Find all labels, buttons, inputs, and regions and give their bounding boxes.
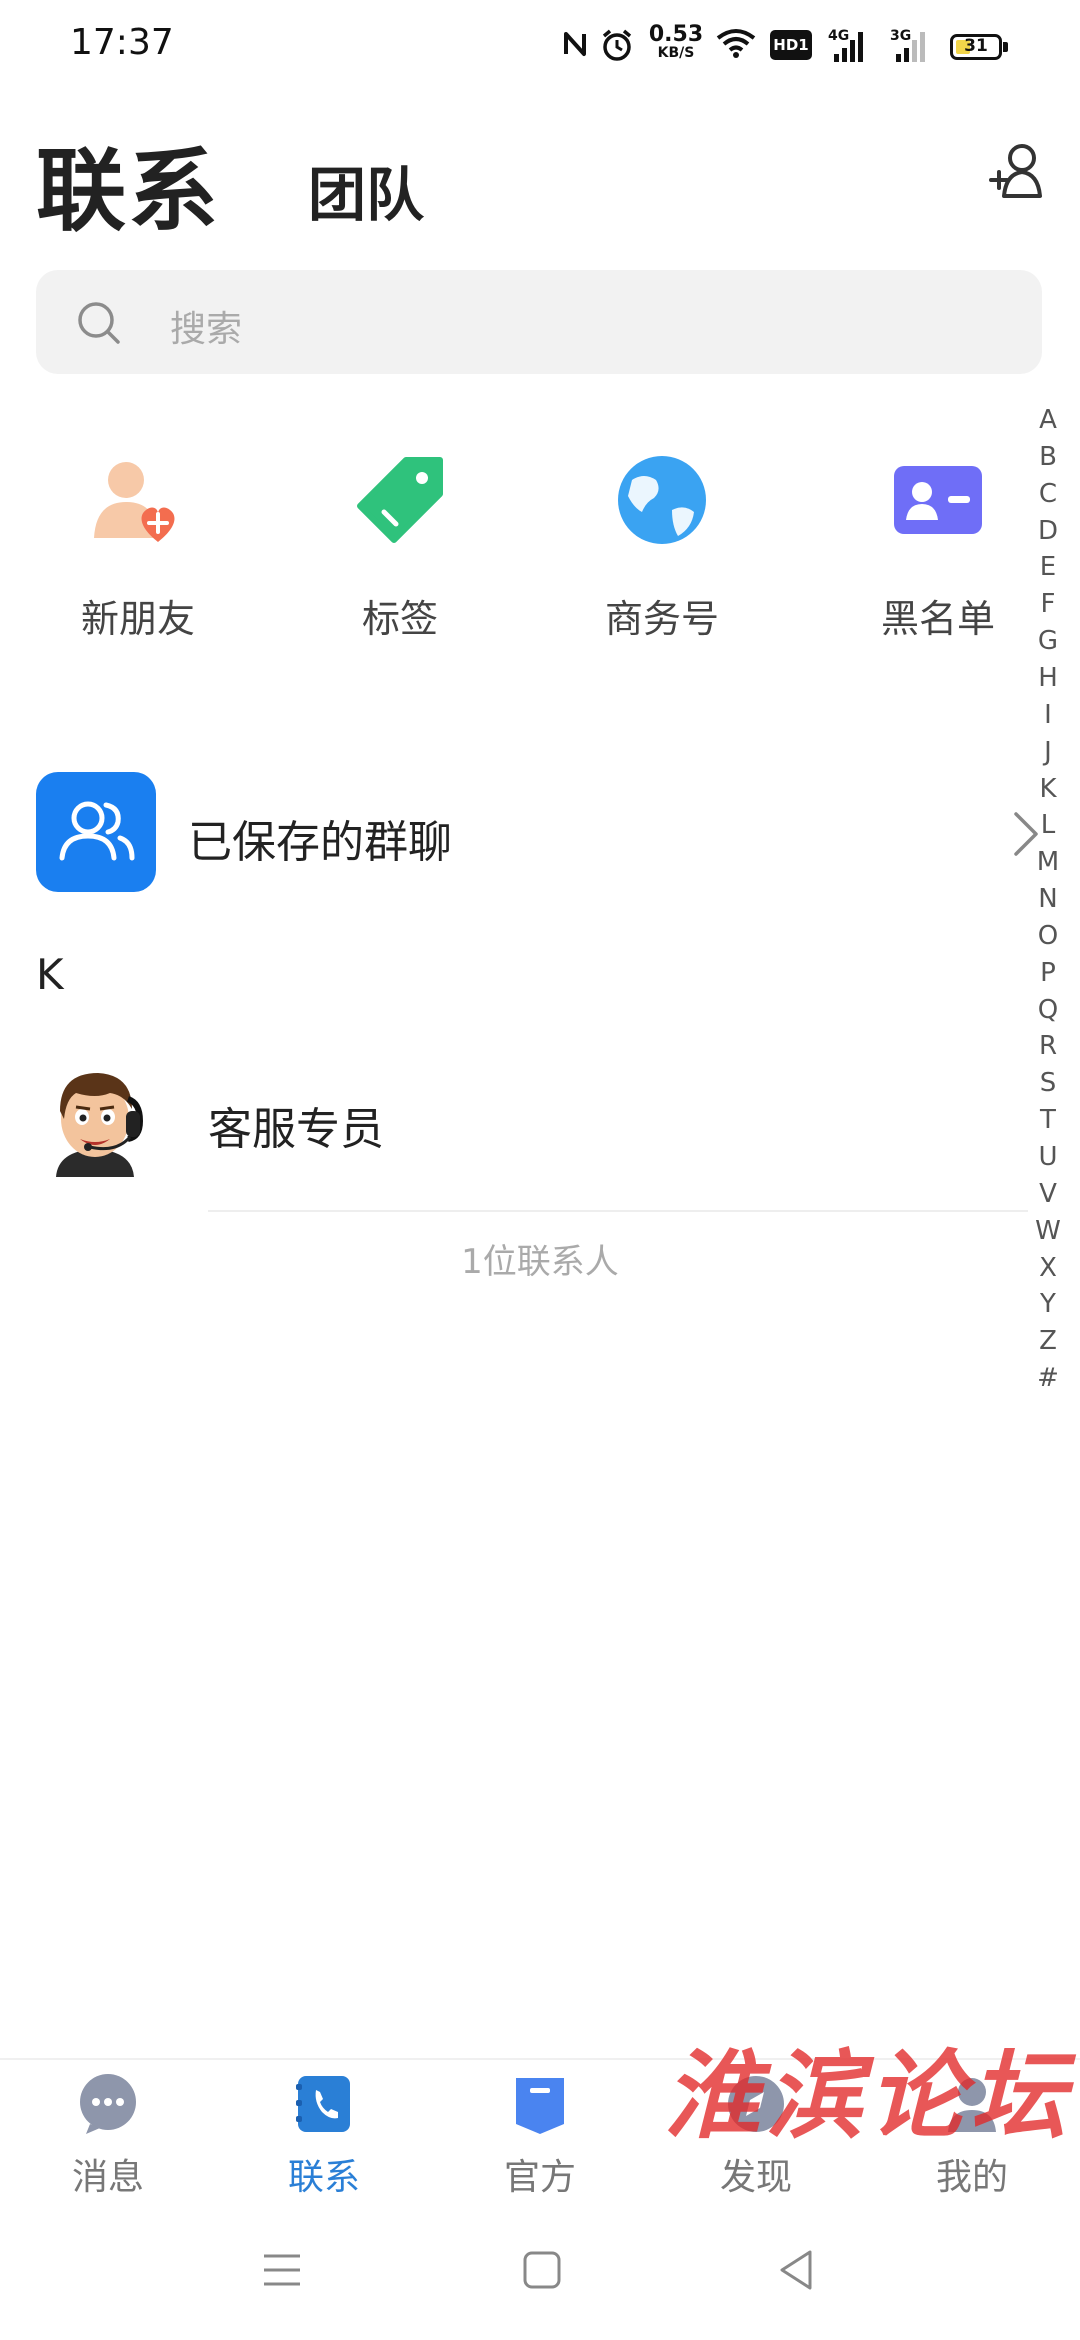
saved-groups-icon-tile <box>36 772 156 892</box>
contact-name: 客服专员 <box>208 1104 384 1155</box>
nav-tab-contacts[interactable]: 联系 <box>216 2070 432 2210</box>
alpha-index-letter[interactable]: I <box>1028 700 1068 730</box>
alpha-index-letter[interactable]: M <box>1028 847 1068 877</box>
hd-voice-badge: HD1 <box>770 30 812 60</box>
nav-label: 官方 <box>503 2157 576 2198</box>
avatar-image <box>36 1059 154 1177</box>
square-icon <box>523 2251 561 2289</box>
nav-label: 联系 <box>287 2157 360 2198</box>
back-triangle-icon <box>780 2250 812 2290</box>
alpha-index-letter[interactable]: A <box>1028 405 1068 435</box>
saved-groups-label: 已保存的群聊 <box>188 817 452 868</box>
status-time: 17:37 <box>70 22 174 63</box>
alpha-index-letter[interactable]: N <box>1028 884 1068 914</box>
system-recents-button[interactable] <box>262 2250 302 2290</box>
system-back-button[interactable] <box>776 2248 816 2292</box>
alpha-index-letter[interactable]: V <box>1028 1179 1068 1209</box>
alpha-index-letter[interactable]: Z <box>1028 1326 1068 1356</box>
quick-action-label: 商务号 <box>604 597 719 641</box>
section-header-letter: K <box>36 950 64 999</box>
alpha-index-letter[interactable]: Y <box>1028 1289 1068 1319</box>
chat-bubble-icon <box>80 2074 136 2134</box>
add-contact-icon <box>989 144 1042 198</box>
alpha-index-letter[interactable]: L <box>1028 810 1068 840</box>
alpha-index-letter[interactable]: G <box>1028 626 1068 656</box>
phone-book-icon <box>296 2076 350 2132</box>
quick-action-label: 标签 <box>361 597 438 641</box>
alarm-icon <box>602 29 632 61</box>
system-home-button[interactable] <box>522 2250 562 2290</box>
battery-level: 31 <box>964 36 988 56</box>
alpha-index-letter[interactable]: Q <box>1028 995 1068 1025</box>
nav-tab-official[interactable]: 官方 <box>432 2070 648 2210</box>
search-icon <box>78 302 120 344</box>
contact-list-item[interactable]: 客服专员 <box>0 1055 1028 1215</box>
alpha-index-letter[interactable]: P <box>1028 958 1068 988</box>
alpha-index-letter[interactable]: X <box>1028 1253 1068 1283</box>
alpha-index-letter[interactable]: E <box>1028 552 1068 582</box>
globe-icon <box>618 456 706 544</box>
wifi-icon <box>716 29 756 58</box>
group-people-icon <box>59 801 135 861</box>
nav-tab-messages[interactable]: 消息 <box>0 2070 216 2210</box>
signal-sim2-icon <box>896 32 925 62</box>
alpha-index-letter[interactable]: W <box>1028 1216 1068 1246</box>
battery-tip <box>1003 42 1008 52</box>
new-friend-icon <box>94 462 175 542</box>
network-speed-value: 0.53 <box>648 22 704 47</box>
nav-label: 消息 <box>71 2157 144 2198</box>
nfc-icon <box>564 32 586 56</box>
quick-action-label: 新朋友 <box>80 597 195 641</box>
customer-service-avatar <box>36 1059 154 1177</box>
tab-contacts[interactable]: 联系 <box>36 118 220 248</box>
watermark: 淮滨论坛 <box>664 2039 1072 2152</box>
network-speed-unit: KB/S <box>657 45 695 61</box>
alpha-index-letter[interactable]: B <box>1028 442 1068 472</box>
alpha-index-letter[interactable]: O <box>1028 921 1068 951</box>
search-input-placeholder[interactable]: 搜索 <box>170 300 242 352</box>
alpha-index-letter[interactable]: R <box>1028 1031 1068 1061</box>
status-bar: 17:37 0.53 KB/S HD1 4G 3G 31 <box>0 0 1080 100</box>
blacklist-card-icon <box>894 466 982 534</box>
divider <box>208 1210 1028 1212</box>
menu-lines-icon <box>264 2254 300 2286</box>
alpha-index-letter[interactable]: F <box>1028 589 1068 619</box>
alpha-index-letter[interactable]: C <box>1028 479 1068 509</box>
search-bar[interactable]: 搜索 <box>36 270 1042 374</box>
quick-action-label: 黑名单 <box>880 597 995 641</box>
saved-groups-row[interactable]: 已保存的群聊 <box>0 770 1038 894</box>
contact-count: 1位联系人 <box>461 1242 619 1282</box>
alpha-index-letter[interactable]: J <box>1028 737 1068 767</box>
signal-sim1-icon <box>834 32 863 62</box>
alpha-index-letter[interactable]: # <box>1028 1363 1068 1393</box>
add-contact-button[interactable] <box>988 140 1044 200</box>
alpha-index-letter[interactable]: H <box>1028 663 1068 693</box>
tag-icon <box>357 457 443 543</box>
alpha-index-letter[interactable]: D <box>1028 516 1068 546</box>
alpha-index-letter[interactable]: K <box>1028 774 1068 804</box>
tab-team[interactable]: 团队 <box>308 148 424 232</box>
alpha-index-letter[interactable]: T <box>1028 1105 1068 1135</box>
alpha-index-letter[interactable]: U <box>1028 1142 1068 1172</box>
battery-indicator: 31 <box>950 34 1002 60</box>
alpha-index-letter[interactable]: S <box>1028 1068 1068 1098</box>
official-bookmark-icon <box>516 2078 564 2134</box>
network-speed: 0.53 KB/S <box>648 22 704 61</box>
